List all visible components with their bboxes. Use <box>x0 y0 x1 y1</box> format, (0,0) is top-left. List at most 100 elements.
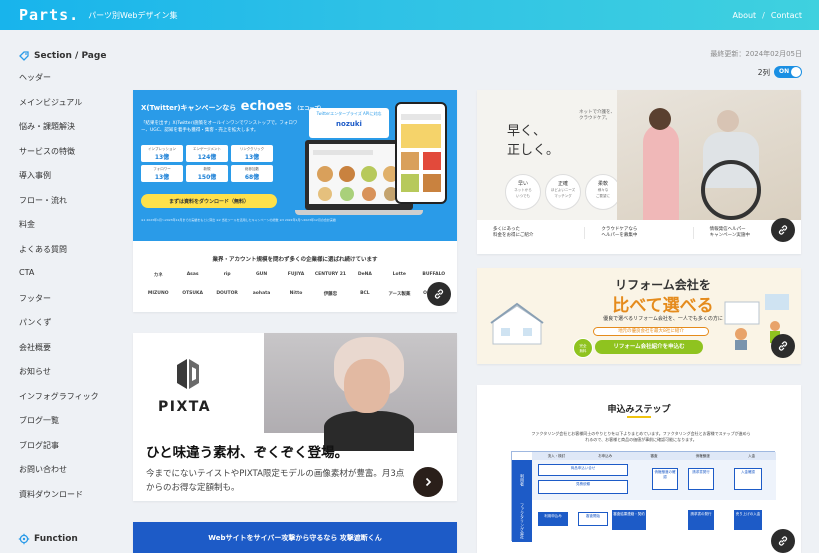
photo-man-head <box>717 110 739 132</box>
stat-box: フォロワー 13億 <box>141 165 183 182</box>
photo-face <box>344 359 390 413</box>
step-box: 審査開始 <box>578 512 608 526</box>
card-echoes[interactable]: X(Twitter)キャンペーンなら echoes （エコーズ） 「結果を出す」… <box>133 90 457 312</box>
reform-free-badge: 完全 無料 <box>573 338 593 358</box>
security-banner-text: Webサイトをサイバー攻撃から守るなら 攻撃遮断くん <box>208 534 382 542</box>
client-logo: カネ <box>153 273 163 278</box>
stat-box: 新規 150億 <box>186 165 228 182</box>
pixta-brand: PIXTA <box>158 399 212 415</box>
steps-desc: ファクタリング会社とお客様同士のやりとりを以下よりまとめています。ファクタリング… <box>531 431 751 442</box>
sidebar-item-footer[interactable]: フッター <box>19 293 99 318</box>
step-box: 請求書発行 <box>688 468 714 490</box>
card-care[interactable]: 早く、 正しく。 ネットで介護を、クラウドケア。 早い ネットから いつでも 正確… <box>477 90 801 254</box>
sidebar-list: ヘッダー メインビジュアル 悩み・課題解決 サービスの特徴 導入事例 フロー・流… <box>19 72 99 513</box>
sidebar-item-infographic[interactable]: インフォグラフィック <box>19 391 99 416</box>
pixta-next-button[interactable] <box>413 467 443 497</box>
pixta-headline: ひと味違う素材、ぞくぞく登場。 <box>146 445 349 461</box>
client-logo: BCL <box>360 291 370 296</box>
steps-title: 申込みステップ <box>607 405 671 415</box>
sidebar-item-main-visual[interactable]: メインビジュアル <box>19 97 99 122</box>
sidebar-item-pricing[interactable]: 料金 <box>19 219 99 244</box>
sidebar-item-cases[interactable]: 導入事例 <box>19 170 99 195</box>
sidebar-item-features[interactable]: サービスの特徴 <box>19 146 99 171</box>
echoes-hero: X(Twitter)キャンペーンなら echoes （エコーズ） 「結果を出す」… <box>133 90 457 241</box>
stat-value: 13億 <box>154 174 170 181</box>
sidebar-item-company[interactable]: 会社概要 <box>19 342 99 367</box>
link-icon <box>778 225 788 235</box>
steps-header-cell: お申込み <box>598 454 613 458</box>
client-logo: 伊藤忠 <box>323 292 338 297</box>
stat-box: リンククリック 13億 <box>231 145 273 162</box>
sidebar-item-cta[interactable]: CTA <box>19 268 99 293</box>
care-vertical-copy: ネットで介護を、クラウドケア。 <box>579 110 615 121</box>
link-button[interactable] <box>771 334 795 358</box>
steps-lane-user: 利用者 商品申込い合せ 見積依頼 債権譲渡の確認 請求書発行 入金確認 <box>512 460 776 500</box>
card-security[interactable]: Webサイトをサイバー攻撃から守るなら 攻撃遮断くん <box>133 522 457 553</box>
care-strip-item[interactable]: 多くにあった 料金をお得にご紹介 <box>477 226 586 239</box>
house-illustration <box>490 302 544 345</box>
echoes-sub: 「結果を出す」X(Twitter)施策をオールインワンでワンストップで。フォロワ… <box>141 121 298 133</box>
sidebar-item-faq[interactable]: よくある質問 <box>19 244 99 269</box>
echoes-brand: echoes <box>240 99 292 114</box>
link-button[interactable] <box>427 282 451 306</box>
link-icon <box>778 341 788 351</box>
card-steps[interactable]: 申込みステップ ファクタリング会社とお客様同士のやりとりを以下よりまとめています… <box>477 385 801 553</box>
bubble-text: Twitterエンタープライズ APIに対応 <box>316 111 382 116</box>
care-strip-item[interactable]: クラウドケアなら ヘルパーを募集中 <box>585 226 694 239</box>
photo-nurse <box>643 124 679 220</box>
reform-apply-button[interactable]: リフォーム会社紹介を申込む <box>595 340 703 354</box>
client-logo: aohata <box>252 291 271 296</box>
model-photo <box>264 333 457 451</box>
link-button[interactable] <box>771 529 795 553</box>
nav-contact[interactable]: Contact <box>771 11 802 20</box>
card-reform[interactable]: リフォーム会社を 比べて選べる 優良で選べるリフォーム会社を、一人でも多くの方に… <box>477 268 801 364</box>
last-updated: 最終更新：2024年02月05日 <box>710 50 802 58</box>
wheelchair-wheel <box>701 160 761 220</box>
switch-on-label: ON <box>779 68 790 75</box>
columns-label: 2列 <box>757 67 770 77</box>
step-box: 見積依頼 <box>538 480 628 494</box>
echoes-download-button[interactable]: まずは資料をダウンロード（無料） <box>141 194 277 208</box>
card-pixta[interactable]: PIXTA ひと味違う素材、ぞくぞく登場。 今までにないテイストやPIXTA限定… <box>133 333 457 501</box>
feature-sub: 様々な ご要望に <box>596 188 610 198</box>
link-button[interactable] <box>771 218 795 242</box>
sidebar-item-blog-list[interactable]: ブログ一覧 <box>19 415 99 440</box>
top-header: Parts. パーツ別Webデザイン集 About / Contact <box>0 0 819 30</box>
care-title: 早く、 正しく。 <box>507 124 560 158</box>
client-logo: CENTURY 21 <box>314 272 347 277</box>
column-switch[interactable]: ON <box>774 66 802 78</box>
sidebar-item-blog-article[interactable]: ブログ記事 <box>19 440 99 465</box>
function-heading[interactable]: Function <box>18 533 78 545</box>
sidebar-item-header[interactable]: ヘッダー <box>19 72 99 97</box>
sidebar: Section / Page ヘッダー メインビジュアル 悩み・課題解決 サービ… <box>0 30 112 553</box>
site-logo[interactable]: Parts. <box>19 6 79 24</box>
stat-value: 13億 <box>244 154 260 161</box>
laptop-screen <box>309 144 409 204</box>
step-box: 商品申込い合せ <box>538 464 628 476</box>
echoes-title: X(Twitter)キャンペーンなら echoes （エコーズ） <box>141 99 324 114</box>
client-logo: OTSUKA <box>182 291 204 296</box>
care-feature: 正確 ほどよいニーズ マッチング <box>545 174 581 210</box>
pixta-logo-area: PIXTA <box>133 333 264 433</box>
sidebar-item-contact[interactable]: お問い合わせ <box>19 464 99 489</box>
care-feature-circles: 早い ネットから いつでも 正確 ほどよいニーズ マッチング 柔軟 様々な ご要望に <box>505 174 621 210</box>
care-photo <box>617 90 801 220</box>
nav-about[interactable]: About <box>733 11 757 20</box>
stat-value: 124億 <box>197 154 217 161</box>
steps-header-cell: 債権譲渡 <box>695 454 710 458</box>
care-feature: 柔軟 様々な ご要望に <box>585 174 621 210</box>
section-page-heading[interactable]: Section / Page <box>18 50 106 62</box>
column-toggle[interactable]: 2列 ON <box>758 66 802 78</box>
pixta-text: 今までにないテイストやPIXTA限定モデルの画像素材が豊富。月3点からのお得な定… <box>146 469 405 493</box>
section-page-title: Section / Page <box>34 51 107 61</box>
header-nav: About / Contact <box>733 0 802 30</box>
step-box: 審査結果連絡・契約 <box>612 510 646 530</box>
sidebar-item-news[interactable]: お知らせ <box>19 366 99 391</box>
client-logo: rip <box>223 272 231 277</box>
sidebar-item-flow[interactable]: フロー・流れ <box>19 195 99 220</box>
sidebar-item-download[interactable]: 資料ダウンロード <box>19 489 99 514</box>
client-logos-title: 業界・アカウント規模を問わず多くの企業様に選ばれ続けています <box>212 257 378 263</box>
care-bottom-strip: 多くにあった 料金をお得にご紹介 クラウドケアなら ヘルパーを募集中 情報発信ヘ… <box>477 220 801 245</box>
sidebar-item-breadcrumb[interactable]: パンくず <box>19 317 99 342</box>
sidebar-item-problem[interactable]: 悩み・課題解決 <box>19 121 99 146</box>
